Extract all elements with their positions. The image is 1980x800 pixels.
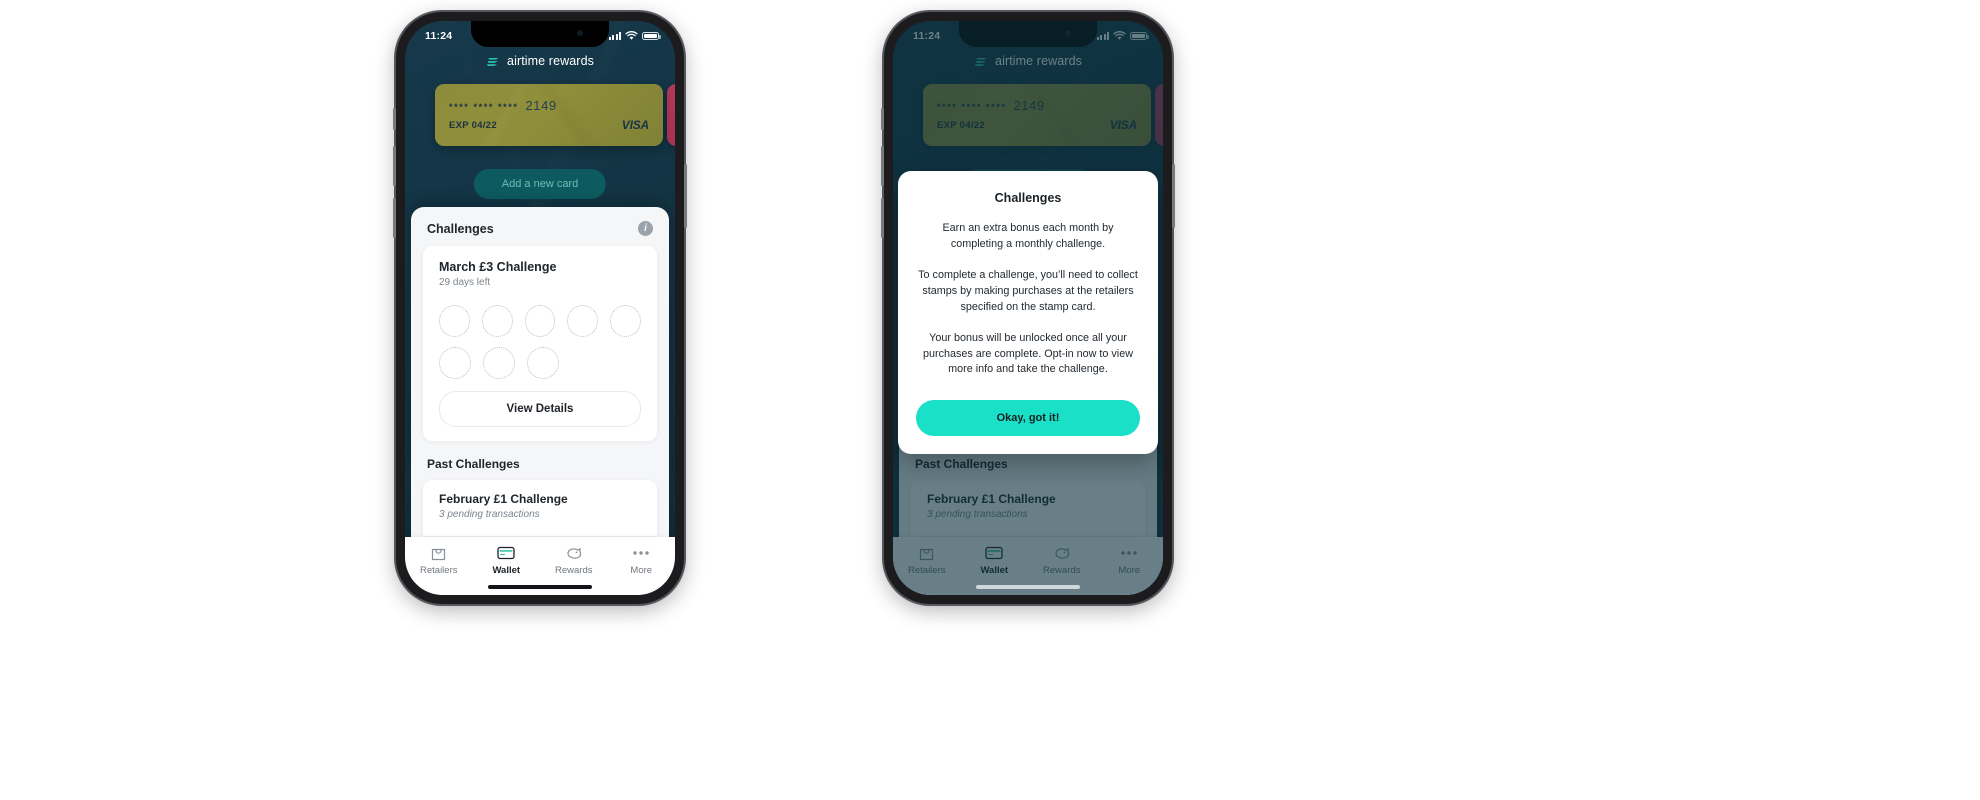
tab-more[interactable]: More [613,544,669,576]
add-new-card-button[interactable]: Add a new card [473,169,607,199]
power-button[interactable] [1172,164,1175,228]
home-indicator[interactable] [488,585,592,589]
stamp-slot [527,347,559,379]
modal-title: Challenges [994,191,1062,205]
volume-up-button[interactable] [393,146,396,186]
tab-label: More [630,565,653,576]
shopping-bag-icon [431,544,446,561]
status-bar: 11:24 [405,21,675,47]
challenges-sheet-header: Challenges i [411,207,669,246]
phone-right: airtime rewards **** **** **** 2149 EXP … [881,12,1175,604]
stamp-slot [567,305,599,337]
stamp-slot [481,305,513,337]
app-brand-header: airtime rewards [405,54,675,68]
screenshot-stage: 11:24 airtime rewards **** **** **** 214… [0,0,1980,800]
battery-icon [642,31,661,41]
stamp-slot [439,305,470,337]
screen-right: airtime rewards **** **** **** 2149 EXP … [893,21,1163,595]
screen-left: 11:24 airtime rewards **** **** **** 214… [405,21,675,595]
credit-card-icon [497,544,515,561]
tab-label: Wallet [492,565,521,576]
past-challenge-row[interactable]: February £1 Challenge 3 pending transact… [423,480,657,536]
status-bar-time: 11:24 [425,30,453,42]
card-peek[interactable] [667,84,675,146]
challenges-info-modal: Challenges Earn an extra bonus each mont… [898,171,1158,455]
card-number: **** **** **** 2149 [449,98,557,113]
ellipsis-icon [632,544,650,561]
card-network-logo: VISA [621,118,649,132]
tab-retailers[interactable]: Retailers [411,544,467,576]
card-carousel[interactable]: **** **** **** 2149 EXP 04/22 VISA [405,84,675,156]
past-challenge-status: 3 pending transactions [439,509,540,520]
stamp-grid [439,305,641,379]
card-number-masked: **** **** **** [449,102,519,112]
volume-down-button[interactable] [393,198,396,238]
past-challenges-title: Past Challenges [427,457,520,471]
tab-wallet[interactable]: Wallet [478,544,534,576]
power-button[interactable] [684,164,687,228]
home-indicator[interactable] [976,585,1080,589]
silent-switch[interactable] [393,108,396,130]
volume-up-button[interactable] [881,146,884,186]
silent-switch[interactable] [881,108,884,130]
airtime-wave-logo-icon [486,57,499,66]
volume-down-button[interactable] [881,198,884,238]
active-challenge-name: March £3 Challenge [439,260,557,274]
modal-paragraph-1: Earn an extra bonus each month by comple… [942,222,1114,250]
modal-confirm-button[interactable]: Okay, got it! [916,400,1140,437]
tab-label: Retailers [420,565,458,576]
modal-paragraph-2: To complete a challenge, you’ll need to … [918,269,1138,313]
piggy-bank-icon [565,544,583,561]
cellular-signal-icon [609,32,621,40]
active-challenge-card[interactable]: March £3 Challenge 29 days left [423,246,657,441]
status-bar-indicators [609,31,661,41]
challenges-title: Challenges [427,221,494,236]
tab-rewards[interactable]: Rewards [546,544,602,576]
stamp-slot [483,347,515,379]
wifi-icon [625,31,638,40]
phone-left: 11:24 airtime rewards **** **** **** 214… [393,12,687,604]
stamp-row [439,305,641,337]
tab-label: Rewards [555,565,593,576]
app-brand-name: airtime rewards [507,54,594,68]
info-circle-icon[interactable]: i [638,221,653,236]
card-number-last4: 2149 [525,98,557,113]
card-expiry: EXP 04/22 [449,120,497,131]
stamp-slot [524,305,556,337]
stamp-slot [610,305,641,337]
stamp-slot [439,347,471,379]
past-challenge-name: February £1 Challenge [439,492,568,506]
active-challenge-time-left: 29 days left [439,277,491,288]
view-details-button[interactable]: View Details [439,391,641,427]
payment-card[interactable]: **** **** **** 2149 EXP 04/22 VISA [435,84,663,146]
modal-paragraph-3: Your bonus will be unlocked once all you… [922,332,1134,376]
stamp-row [439,347,641,379]
